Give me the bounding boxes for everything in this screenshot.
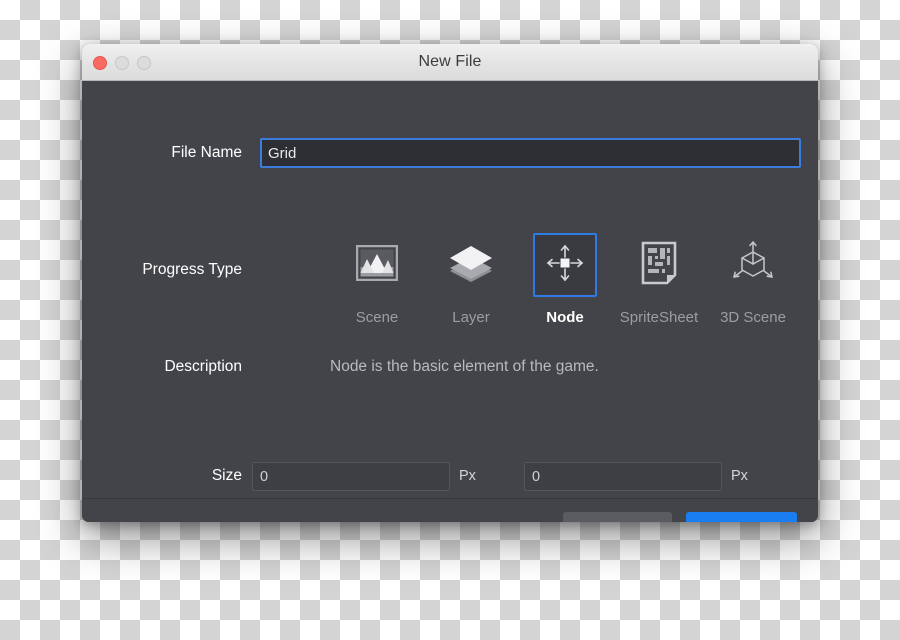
progress-type-option-3d-scene[interactable]: 3D Scene <box>706 233 800 326</box>
progress-type-label-3d-scene: 3D Scene <box>720 309 786 326</box>
layer-icon-box <box>439 233 503 297</box>
layer-stack-icon <box>447 243 495 288</box>
node-icon-box <box>533 233 597 297</box>
progress-type-option-node[interactable]: Node <box>518 233 612 326</box>
description-text: Node is the basic element of the game. <box>330 358 599 375</box>
progress-type-label-scene: Scene <box>355 309 399 326</box>
spritesheet-page-icon <box>641 241 677 290</box>
progress-type-option-spritesheet[interactable]: SpriteSheet <box>612 233 706 326</box>
close-button-icon[interactable] <box>93 55 107 70</box>
cancel-button[interactable]: Cancel <box>563 512 672 522</box>
description-label: Description <box>164 358 242 375</box>
size-label: Size <box>211 467 242 484</box>
progress-type-label-node: Node <box>546 309 584 326</box>
progress-type-option-layer[interactable]: Layer <box>424 233 518 326</box>
size-height-input[interactable] <box>524 462 722 491</box>
window-title: New File <box>418 53 482 70</box>
spritesheet-icon-box <box>627 233 691 297</box>
progress-type-label: Progress Type <box>142 261 242 278</box>
new-button[interactable]: New <box>686 512 797 522</box>
cube-axes-icon <box>729 239 777 292</box>
file-name-label: File Name <box>171 144 242 161</box>
dialog-footer: Cancel New <box>82 499 818 522</box>
dialog-body: File Name Progress Type <box>82 81 818 522</box>
scene-mountains-icon <box>355 244 399 286</box>
window-controls <box>93 44 151 81</box>
file-name-input[interactable] <box>260 138 801 168</box>
size-height-unit: Px <box>731 468 748 484</box>
progress-type-label-spritesheet: SpriteSheet <box>619 309 699 326</box>
new-file-dialog: New File File Name Progress Type <box>82 44 818 522</box>
scene-icon-box <box>345 233 409 297</box>
file-name-row: File Name <box>82 138 818 168</box>
window-titlebar: New File <box>82 44 818 81</box>
node-arrows-icon <box>543 241 587 290</box>
progress-type-label-layer: Layer <box>452 309 490 326</box>
progress-type-options: Scene Layer Node SpriteSheet 3D Scene <box>330 233 800 326</box>
progress-type-option-scene[interactable]: Scene <box>330 233 424 326</box>
maximize-button-icon[interactable] <box>137 55 151 70</box>
cube-icon-box <box>721 233 785 297</box>
minimize-button-icon[interactable] <box>115 55 129 70</box>
size-width-input[interactable] <box>252 462 450 491</box>
size-width-unit: Px <box>459 468 476 484</box>
screen-backdrop: New File File Name Progress Type <box>0 0 900 640</box>
